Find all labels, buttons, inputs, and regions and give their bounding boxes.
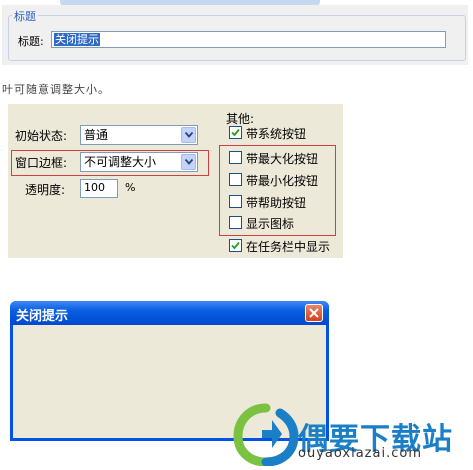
cropped-caption-text: 叶可随意调整大小。: [2, 83, 110, 96]
checkbox-maximize-button[interactable]: [229, 151, 242, 164]
watermark-logo-icon: [232, 400, 300, 467]
checkbox-minimize-button[interactable]: [229, 173, 242, 186]
window-border-value: 不可调整大小: [84, 155, 157, 169]
option-show-in-taskbar-label: 在任务栏中显示: [246, 240, 331, 254]
opacity-input[interactable]: 100: [80, 179, 118, 198]
checkbox-system-buttons[interactable]: [229, 126, 242, 139]
title-input-value: 关闭提示: [54, 33, 100, 46]
dialog-close-button[interactable]: [305, 304, 323, 322]
checkmark-icon: [231, 241, 240, 250]
opacity-label: 透明度:: [25, 183, 66, 197]
title-group-legend: 标题: [12, 8, 38, 24]
dialog-title: 关闭提示: [16, 309, 69, 324]
option-maximize-button-label: 带最大化按钮: [246, 152, 319, 166]
chevron-down-icon[interactable]: [181, 127, 196, 143]
opacity-unit: %: [125, 181, 136, 194]
initial-state-value: 普通: [84, 128, 109, 142]
checkbox-show-icon[interactable]: [229, 216, 242, 229]
opacity-value: 100: [84, 181, 105, 194]
option-system-buttons-label: 带系统按钮: [246, 127, 307, 141]
initial-state-select[interactable]: 普通: [80, 125, 198, 145]
window-border-select[interactable]: 不可调整大小: [80, 152, 198, 172]
title-input[interactable]: 关闭提示: [51, 31, 446, 48]
checkmark-icon: [231, 128, 240, 137]
watermark-site-url: ouyaoxiazai.com: [298, 446, 422, 461]
option-show-icon-label: 显示图标: [246, 217, 295, 231]
initial-state-label: 初始状态:: [15, 129, 68, 143]
window-border-label: 窗口边框:: [15, 156, 68, 170]
close-icon: [309, 308, 319, 318]
option-minimize-button-label: 带最小化按钮: [246, 174, 319, 188]
option-help-button-label: 带帮助按钮: [246, 196, 307, 210]
checkbox-show-in-taskbar[interactable]: [229, 239, 242, 252]
chevron-down-icon[interactable]: [181, 154, 196, 170]
title-field-label: 标题:: [18, 35, 44, 48]
checkbox-help-button[interactable]: [229, 195, 242, 208]
